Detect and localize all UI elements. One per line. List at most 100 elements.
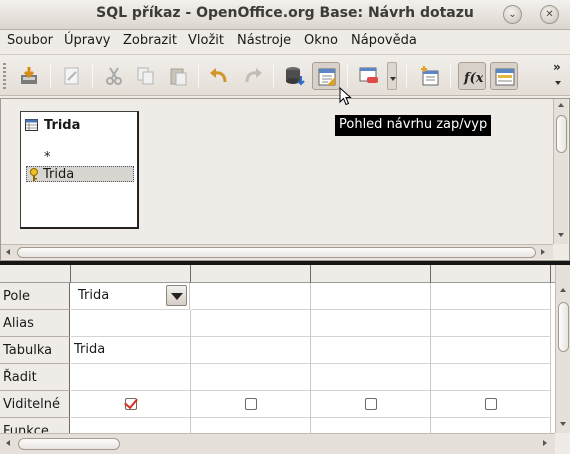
primary-key-icon [30, 168, 38, 181]
field-all[interactable]: * [44, 150, 51, 165]
grid-column-header[interactable] [71, 265, 191, 283]
query-design-grid[interactable]: Pole Alias Tabulka Řadit Viditelné Funkc… [0, 265, 555, 433]
close-button[interactable]: ✕ [540, 5, 559, 24]
functions-button[interactable]: f(x) [458, 62, 486, 90]
toolbar: f(x) » [0, 54, 570, 96]
edit-icon [64, 67, 79, 85]
visible-cell [431, 391, 551, 418]
table-cell[interactable] [191, 337, 311, 364]
edit-button[interactable] [58, 62, 86, 90]
add-table-button[interactable] [416, 62, 444, 90]
save-button[interactable] [15, 62, 43, 90]
visible-cell [71, 391, 191, 418]
clear-query-dropdown[interactable] [387, 62, 397, 90]
field-select[interactable]: Trida [71, 283, 190, 310]
menu-okno[interactable]: Okno [304, 33, 338, 48]
table-area-horizontal-scrollbar[interactable] [1, 244, 553, 259]
row-label-alias: Alias [0, 310, 70, 337]
mouse-cursor-icon [339, 87, 352, 106]
table-cell[interactable] [431, 337, 551, 364]
row-label-table: Tabulka [0, 337, 70, 364]
grid-column-header[interactable] [431, 265, 551, 283]
run-query-button[interactable] [280, 62, 308, 90]
sort-cell[interactable] [71, 364, 191, 391]
table-cell[interactable]: Trida [71, 337, 191, 364]
visible-cell [191, 391, 311, 418]
copy-button[interactable] [132, 62, 160, 90]
visible-checkbox[interactable] [125, 398, 137, 410]
field-cell[interactable] [311, 283, 431, 310]
alias-cell[interactable] [191, 310, 311, 337]
grid-column-header[interactable] [191, 265, 311, 283]
undo-button[interactable] [205, 62, 233, 90]
alias-cell[interactable] [311, 310, 431, 337]
save-icon [21, 67, 37, 84]
field-select-value: Trida [78, 288, 110, 303]
add-table-icon [421, 66, 439, 86]
svg-text:f(x): f(x) [463, 71, 483, 86]
table-cell[interactable] [311, 337, 431, 364]
toolbar-separator [198, 64, 199, 88]
tooltip: Pohled návrhu zap/vyp [335, 115, 491, 136]
table-cell-value: Trida [74, 342, 106, 357]
toolbar-overflow-icon[interactable]: » [553, 60, 561, 74]
design-view-toggle-icon [318, 68, 336, 86]
toolbar-separator [347, 64, 348, 88]
minimize-button[interactable]: ⌄ [503, 5, 522, 24]
function-cell[interactable] [431, 418, 551, 433]
alias-cell[interactable] [71, 310, 191, 337]
grid-header-corner [0, 265, 71, 283]
toolbar-separator [406, 64, 407, 88]
sort-cell[interactable] [191, 364, 311, 391]
sort-cell[interactable] [431, 364, 551, 391]
visible-checkbox[interactable] [245, 398, 257, 410]
toolbar-separator [450, 64, 451, 88]
close-icon: ✕ [545, 9, 554, 20]
table-window[interactable]: Trida * Trida [20, 111, 139, 229]
menu-napoveda[interactable]: Nápověda [351, 33, 417, 48]
clear-query-icon [359, 67, 378, 83]
toolbar-options-arrow-icon[interactable] [555, 81, 561, 88]
chevron-down-icon[interactable] [166, 285, 187, 306]
table-name-icon [495, 68, 515, 86]
field-cell[interactable] [431, 283, 551, 310]
grid-vertical-scrollbar[interactable] [555, 265, 570, 433]
sort-cell[interactable] [311, 364, 431, 391]
grid-horizontal-scrollbar[interactable] [0, 433, 555, 454]
menu-nastroje[interactable]: Nástroje [237, 33, 291, 48]
alias-cell[interactable] [431, 310, 551, 337]
field-cell[interactable] [191, 283, 311, 310]
cut-icon [106, 67, 122, 85]
menu-bar: Soubor Úpravy Zobrazit Vložit Nástroje O… [0, 30, 570, 52]
visible-checkbox[interactable] [365, 398, 377, 410]
chevron-down-icon: ⌄ [508, 9, 517, 20]
row-label-function: Funkce [0, 418, 70, 433]
menu-upravy[interactable]: Úpravy [64, 33, 110, 48]
toolbar-separator [92, 64, 93, 88]
cut-button[interactable] [100, 62, 128, 90]
function-cell[interactable] [191, 418, 311, 433]
field-trida[interactable]: Trida [26, 166, 134, 182]
paste-button[interactable] [164, 62, 192, 90]
row-label-sort: Řadit [0, 364, 70, 391]
visible-cell [311, 391, 431, 418]
scrollbar-corner [555, 433, 570, 454]
toolbar-grip[interactable] [3, 63, 6, 89]
row-label-field: Pole [0, 283, 70, 310]
visible-checkbox[interactable] [485, 398, 497, 410]
redo-icon [245, 68, 262, 83]
paste-icon [170, 68, 187, 86]
function-cell[interactable] [311, 418, 431, 433]
window-title: SQL příkaz - OpenOffice.org Base: Návrh … [96, 5, 474, 21]
clear-query-button[interactable] [355, 62, 383, 90]
table-area-vertical-scrollbar[interactable] [553, 99, 568, 244]
menu-zobrazit[interactable]: Zobrazit [123, 33, 177, 48]
grid-column-header[interactable] [311, 265, 431, 283]
redo-button[interactable] [239, 62, 267, 90]
function-cell[interactable] [71, 418, 191, 433]
menu-soubor[interactable]: Soubor [7, 33, 53, 48]
design-view-toggle-button[interactable] [312, 62, 340, 90]
menu-vlozit[interactable]: Vložit [188, 33, 224, 48]
row-label-visible: Viditelné [0, 391, 70, 418]
table-name-button[interactable] [490, 62, 518, 90]
